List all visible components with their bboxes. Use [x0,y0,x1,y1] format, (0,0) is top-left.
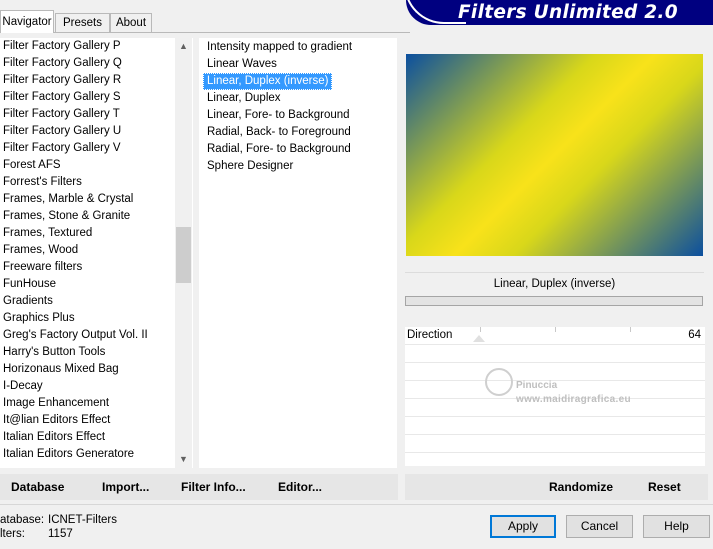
category-item[interactable]: Filter Factory Gallery T [3,106,175,123]
category-item[interactable]: Italian Editors Effect [3,429,175,446]
watermark-line2: www.maidiragrafica.eu [516,394,631,405]
category-item[interactable]: Filter Factory Gallery Q [3,55,175,72]
category-item[interactable]: Filter Factory Gallery R [3,72,175,89]
filters-count-label: lters: [0,528,25,540]
filter-info-button[interactable]: Filter Info... [181,474,246,500]
slider-tick [630,327,631,332]
filters-count-value: 1157 [48,528,73,540]
database-button[interactable]: Database [11,474,64,500]
category-item[interactable]: Graphics Plus [3,310,175,327]
reset-button[interactable]: Reset [648,474,681,500]
category-items: Filter Factory Gallery P Filter Factory G… [3,38,175,463]
category-item[interactable]: Greg's Factory Output Vol. II [3,327,175,344]
apply-button[interactable]: Apply [490,515,556,538]
watermark-line1: Pinuccia [516,380,558,391]
slider-direction-value: 64 [688,329,701,341]
category-item[interactable]: Filter Factory Gallery U [3,123,175,140]
category-item[interactable]: Horizonaus Mixed Bag [3,361,175,378]
category-item[interactable]: Gradients [3,293,175,310]
filter-item[interactable]: Linear, Fore- to Background [203,107,354,124]
filter-item[interactable]: Linear, Duplex [203,90,285,107]
filter-item[interactable]: Linear, Duplex (inverse) [203,73,333,90]
filter-item[interactable]: Radial, Fore- to Background [203,141,355,158]
slider-caret[interactable] [473,335,485,342]
slider-row-empty [405,345,705,363]
category-item[interactable]: Filter Factory Gallery S [3,89,175,106]
slider-row-empty [405,363,705,381]
category-item[interactable]: Italian Editors Generatore [3,446,175,463]
chevron-down-icon[interactable]: ▼ [175,451,192,468]
import-button[interactable]: Import... [102,474,149,500]
category-scrollbar[interactable]: ▲ ▼ [175,38,192,468]
cancel-button[interactable]: Cancel [566,515,633,538]
app-banner: Filters Unlimited 2.0 [406,0,713,25]
category-item[interactable]: It@lian Editors Effect [3,412,175,429]
scrollbar-thumb[interactable] [176,227,191,283]
category-item[interactable]: Freeware filters [3,259,175,276]
tab-navigator[interactable]: Navigator [0,10,54,33]
category-item[interactable]: Filter Factory Gallery V [3,140,175,157]
banner-title: Filters Unlimited 2.0 [458,2,678,23]
chevron-up-icon[interactable]: ▲ [175,38,192,55]
filter-item[interactable]: Linear Waves [203,56,281,73]
randomize-button[interactable]: Randomize [549,474,613,500]
filter-item[interactable]: Radial, Back- to Foreground [203,124,355,141]
watermark-logo-icon [485,368,513,396]
database-label: atabase: [0,514,45,526]
category-item[interactable]: Image Enhancement [3,395,175,412]
slider-direction[interactable]: Direction 64 [405,327,705,345]
help-button[interactable]: Help [643,515,710,538]
slider-row-empty [405,435,705,453]
slider-row-empty [405,417,705,435]
category-item[interactable]: Frames, Textured [3,225,175,242]
tab-strip-line [0,32,410,33]
filter-list[interactable]: Intensity mapped to gradient Linear Waves… [199,38,397,468]
category-item[interactable]: Forest AFS [3,157,175,174]
database-value: ICNET-Filters [48,514,117,526]
category-item[interactable]: Harry's Button Tools [3,344,175,361]
editor-button[interactable]: Editor... [278,474,322,500]
progress-bar [405,296,703,306]
filter-item[interactable]: Intensity mapped to gradient [203,39,356,56]
tab-about[interactable]: About [110,13,152,32]
category-item[interactable]: Filter Factory Gallery P [3,38,175,55]
slider-tick [480,327,481,332]
filter-item[interactable]: Sphere Designer [203,158,297,175]
category-item[interactable]: Forrest's Filters [3,174,175,191]
tab-presets[interactable]: Presets [55,13,110,32]
filter-name-label: Linear, Duplex (inverse) [405,272,704,295]
category-item[interactable]: FunHouse [3,276,175,293]
slider-direction-label: Direction [407,329,453,341]
filter-preview-image [406,54,703,256]
category-item[interactable]: Frames, Stone & Granite [3,208,175,225]
category-list[interactable]: Filter Factory Gallery P Filter Factory G… [0,38,193,468]
category-item[interactable]: I-Decay [3,378,175,395]
slider-tick [555,327,556,332]
category-item[interactable]: Frames, Marble & Crystal [3,191,175,208]
divider [0,504,713,505]
category-item[interactable]: Frames, Wood [3,242,175,259]
